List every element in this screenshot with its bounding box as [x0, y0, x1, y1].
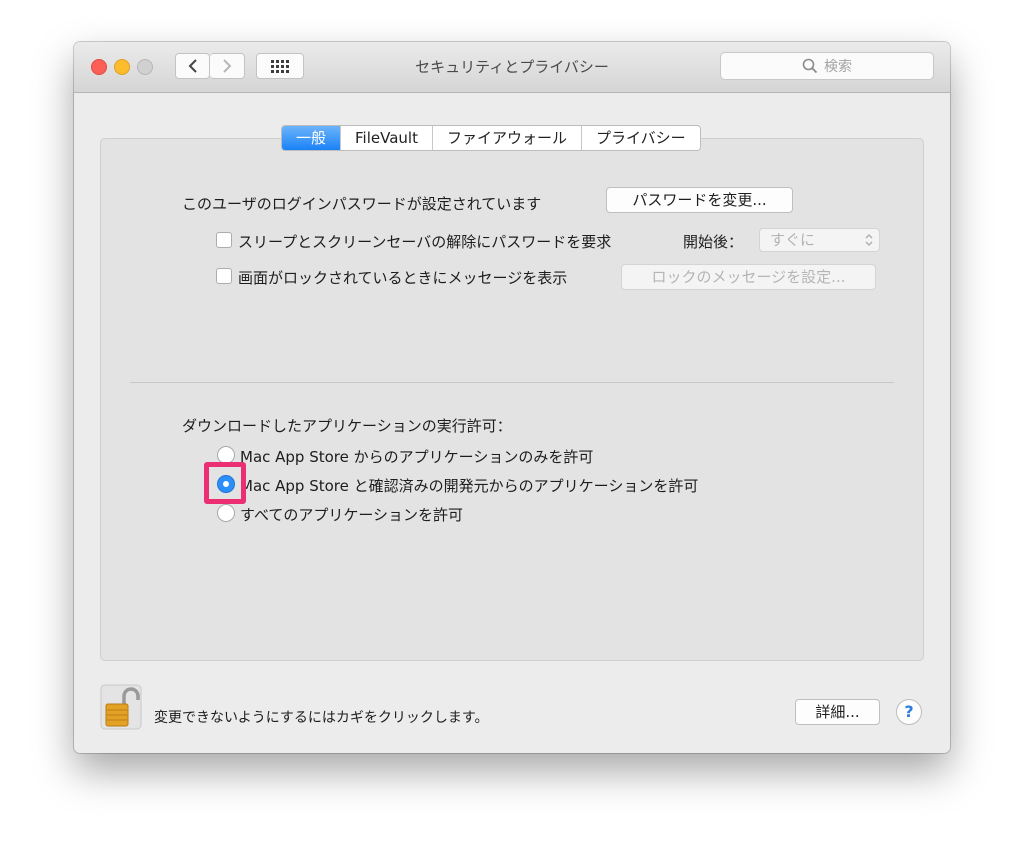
gatekeeper-heading: ダウンロードしたアプリケーションの実行許可： — [182, 417, 512, 435]
window-title: セキュリティとプライバシー — [415, 58, 609, 76]
advanced-button[interactable]: 詳細... — [795, 699, 880, 725]
radio-anywhere-label: すべてのアプリケーションを許可 — [240, 506, 464, 524]
search-placeholder: 検索 — [824, 59, 852, 75]
minimize-window-button[interactable] — [114, 59, 130, 75]
back-button[interactable] — [175, 53, 210, 79]
lock-message-checkbox[interactable] — [216, 268, 232, 284]
chevron-left-icon — [188, 59, 197, 73]
tab-general[interactable]: 一般 — [282, 126, 341, 150]
close-window-button[interactable] — [91, 59, 107, 75]
lock-instruction-text: 変更できないようにするにはカギをクリックします。 — [154, 710, 489, 726]
tab-filevault[interactable]: FileVault — [340, 126, 432, 150]
preferences-window: セキュリティとプライバシー 検索 一般 FileVault ファイアウォール プ… — [74, 42, 950, 753]
radio-app-store-only-label: Mac App Store からのアプリケーションのみを許可 — [240, 448, 594, 466]
change-password-button[interactable]: パスワードを変更... — [606, 187, 793, 213]
section-divider — [130, 382, 894, 383]
lock-message-label: 画面がロックされているときにメッセージを表示 — [238, 269, 568, 287]
set-lock-message-button[interactable]: ロックのメッセージを設定... — [621, 264, 876, 290]
zoom-window-button[interactable] — [137, 59, 153, 75]
delay-select[interactable]: すぐに — [759, 228, 880, 252]
tab-privacy[interactable]: プライバシー — [580, 126, 700, 150]
chevron-right-icon — [223, 59, 232, 73]
annotation-highlight-box — [204, 462, 246, 504]
tab-firewall[interactable]: ファイアウォール — [431, 126, 581, 150]
settings-panel — [100, 138, 924, 661]
help-button[interactable]: ? — [896, 699, 922, 725]
forward-button[interactable] — [210, 53, 245, 79]
require-password-label: スリープとスクリーンセーバの解除にパスワードを要求 — [238, 233, 612, 251]
radio-anywhere[interactable] — [217, 504, 235, 522]
lock-icon[interactable] — [100, 684, 142, 730]
radio-app-store-identified-label: Mac App Store と確認済みの開発元からのアプリケーションを許可 — [240, 477, 699, 495]
title-bar: セキュリティとプライバシー 検索 — [74, 42, 950, 93]
password-status-text: このユーザのログインパスワードが設定されています — [182, 195, 542, 213]
show-all-button[interactable] — [256, 53, 304, 79]
require-password-checkbox[interactable] — [216, 232, 232, 248]
delay-select-value: すぐに — [770, 231, 816, 249]
grid-icon — [271, 60, 289, 73]
delay-label: 開始後： — [683, 233, 744, 251]
search-field[interactable]: 検索 — [720, 52, 934, 80]
search-icon — [802, 58, 818, 74]
up-down-arrows-icon — [865, 233, 873, 247]
tab-bar: 一般 FileVault ファイアウォール プライバシー — [281, 125, 701, 151]
